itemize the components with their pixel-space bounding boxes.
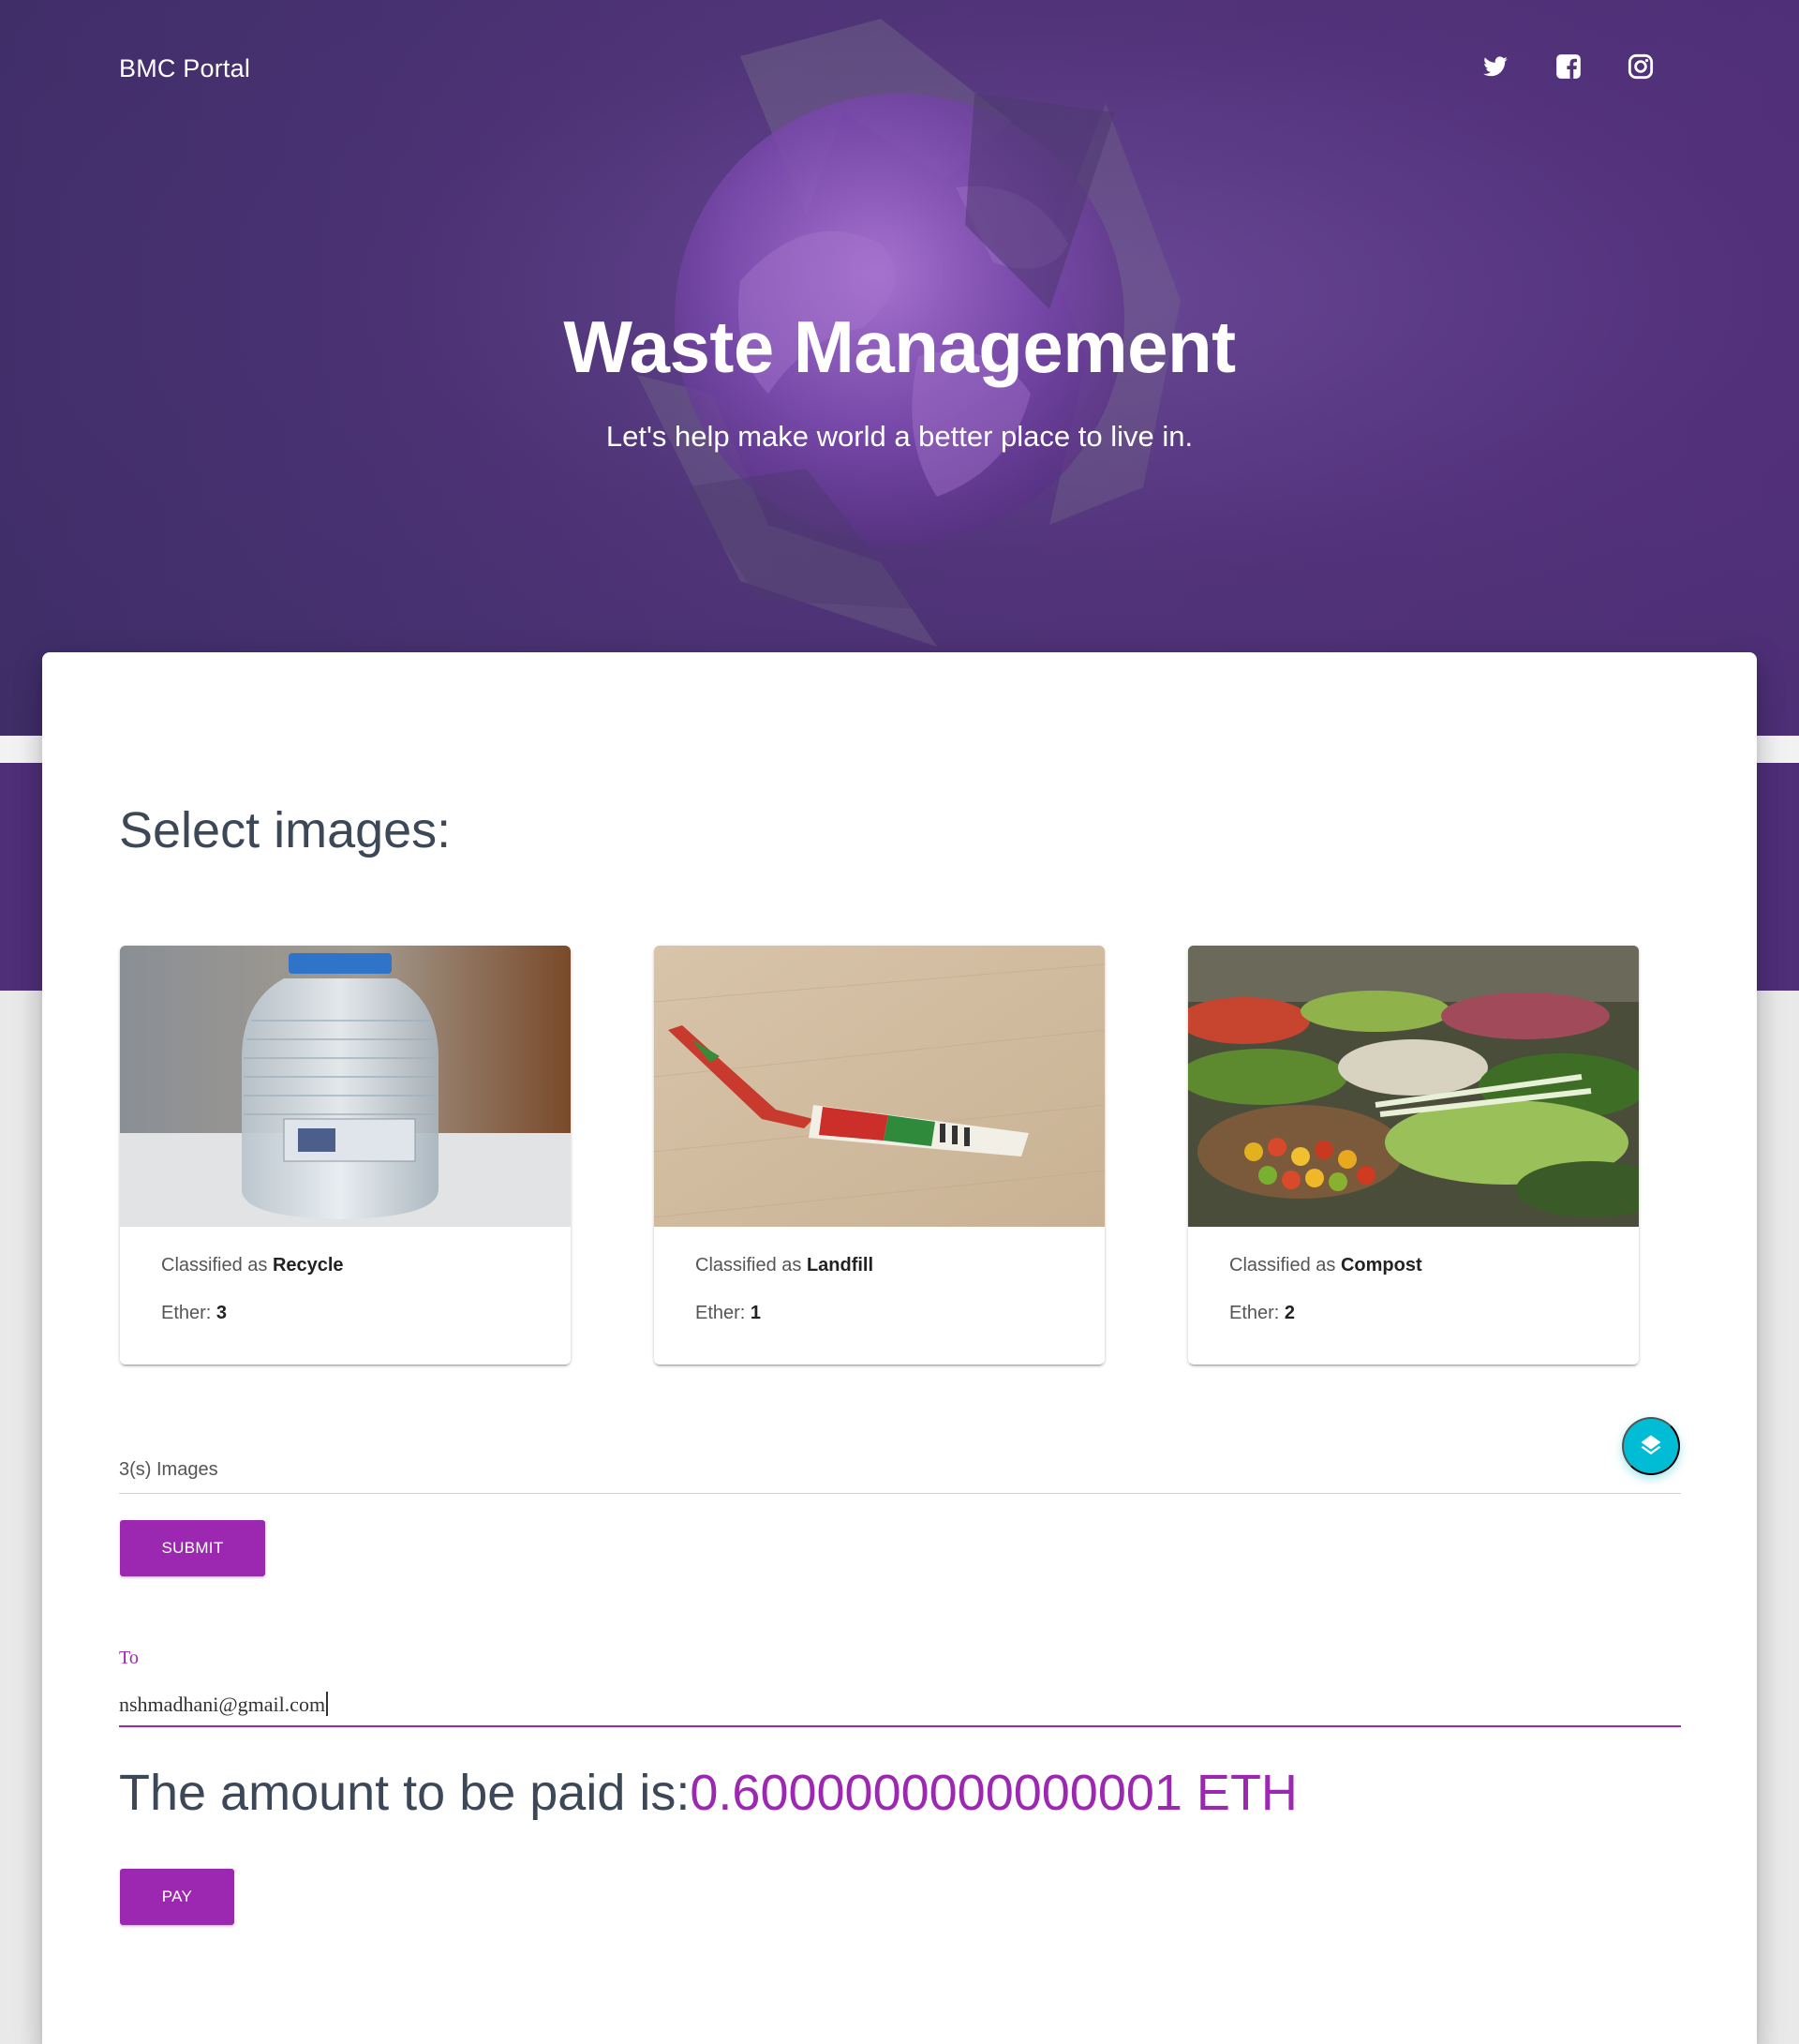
amount-text: The amount to be paid is:0.6000000000000…	[119, 1764, 1298, 1822]
text-caret	[326, 1692, 329, 1716]
image-card-compost[interactable]: Classified as Compost Ether: 2	[1188, 946, 1639, 1365]
card-classification: Classified as Compost	[1229, 1255, 1422, 1276]
wrapper-image	[654, 946, 1105, 1227]
to-email-text: nshmadhani@gmail.com	[119, 1693, 326, 1716]
ether-value: 1	[750, 1303, 762, 1323]
amount-prefix: The amount to be paid is:	[119, 1765, 691, 1821]
card-ether: Ether: 1	[695, 1303, 761, 1324]
classification-value: Recycle	[272, 1255, 344, 1276]
classified-prefix: Classified as	[1229, 1255, 1341, 1276]
card-classification: Classified as Recycle	[161, 1255, 344, 1276]
file-input-underline	[119, 1493, 1681, 1494]
ether-prefix: Ether:	[161, 1303, 216, 1323]
classification-value: Compost	[1340, 1255, 1422, 1276]
to-email-field[interactable]: nshmadhani@gmail.com	[119, 1692, 329, 1717]
page-subtitle: Let's help make world a better place to …	[605, 420, 1194, 453]
ether-prefix: Ether:	[1229, 1303, 1285, 1323]
page: BMC Portal Waste Management Let's help m…	[0, 0, 1799, 2044]
facebook-icon[interactable]	[1554, 52, 1583, 81]
ether-value: 2	[1284, 1303, 1296, 1323]
section-title: Select images:	[119, 802, 452, 858]
vegetables-image	[1188, 946, 1639, 1227]
to-field-underline	[119, 1725, 1681, 1727]
card-ether: Ether: 3	[161, 1303, 227, 1324]
file-input-value[interactable]: 3(s) Images	[119, 1459, 218, 1481]
hero-banner: BMC Portal Waste Management Let's help m…	[0, 0, 1799, 736]
ether-value: 3	[216, 1303, 228, 1323]
layers-icon	[1641, 1435, 1661, 1455]
classified-prefix: Classified as	[161, 1255, 273, 1276]
image-card-landfill[interactable]: Classified as Landfill Ether: 1	[654, 946, 1105, 1365]
submit-button[interactable]: SUBMIT	[120, 1520, 265, 1576]
image-card-recycle[interactable]: Classified as Recycle Ether: 3	[120, 946, 571, 1365]
instagram-icon[interactable]	[1627, 52, 1655, 81]
page-title: Waste Management	[563, 306, 1236, 388]
pay-button[interactable]: PAY	[120, 1869, 234, 1925]
to-field-label: To	[119, 1648, 139, 1668]
upload-layers-button[interactable]	[1622, 1417, 1680, 1475]
brand-logo-text[interactable]: BMC Portal	[119, 54, 250, 83]
card-ether: Ether: 2	[1229, 1303, 1295, 1324]
twitter-icon[interactable]	[1481, 52, 1509, 81]
amount-value: 0.6000000000000001 ETH	[690, 1765, 1298, 1821]
classified-prefix: Classified as	[695, 1255, 807, 1276]
ether-prefix: Ether:	[695, 1303, 751, 1323]
classification-value: Landfill	[806, 1255, 874, 1276]
card-classification: Classified as Landfill	[695, 1255, 873, 1276]
bottle-image	[120, 946, 571, 1227]
